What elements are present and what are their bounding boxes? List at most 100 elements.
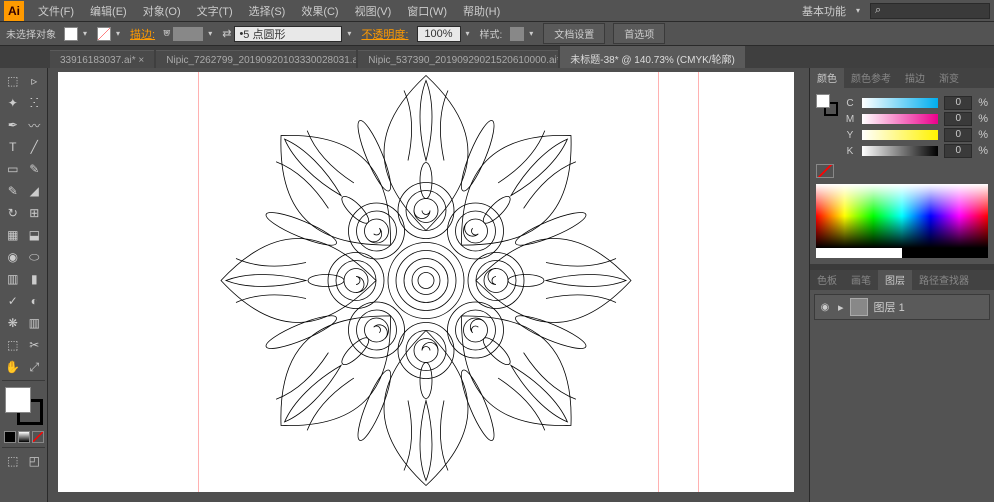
selection-tool[interactable]: ⬚ (2, 70, 24, 92)
menu-edit[interactable]: 编辑(E) (82, 1, 135, 21)
magenta-slider[interactable] (862, 114, 938, 124)
shape-builder-tool[interactable]: ◉ (2, 246, 24, 268)
menu-help[interactable]: 帮助(H) (455, 1, 508, 21)
fill-color-icon[interactable] (5, 387, 31, 413)
screen-mode-button[interactable]: ⬚ (2, 450, 24, 472)
rectangle-tool[interactable]: ▭ (2, 158, 24, 180)
stroke-swatch[interactable] (97, 27, 111, 41)
chevron-down-icon[interactable]: ▾ (854, 4, 862, 18)
chevron-down-icon[interactable]: ▾ (81, 27, 89, 41)
chevron-down-icon[interactable]: ▾ (114, 27, 122, 41)
tab-gradient[interactable]: 渐变 (932, 68, 966, 88)
menu-select[interactable]: 选择(S) (241, 1, 294, 21)
color-spectrum[interactable] (816, 184, 988, 248)
stepper-icon[interactable]: ⩐ (163, 27, 170, 40)
black-value[interactable]: 0 (944, 144, 972, 158)
fill-mini-icon[interactable] (816, 94, 830, 108)
lasso-tool[interactable]: ⵘ (24, 92, 46, 114)
artwork-mandala[interactable] (211, 68, 641, 499)
none-mode-icon[interactable] (32, 431, 44, 443)
gradient-mode-icon[interactable] (18, 431, 30, 443)
chevron-down-icon[interactable]: ▾ (527, 27, 535, 41)
slice-tool[interactable]: ✂ (24, 334, 46, 356)
document-tab[interactable]: Nipic_537390_20190929021520610000.ai* × (358, 50, 558, 68)
type-tool[interactable]: T (2, 136, 24, 158)
rotate-tool[interactable]: ↻ (2, 202, 24, 224)
opacity-label[interactable]: 不透明度: (361, 26, 408, 42)
tab-stroke[interactable]: 描边 (898, 68, 932, 88)
chevron-down-icon[interactable]: ▾ (206, 27, 214, 41)
artboard-tool[interactable]: ⬚ (2, 334, 24, 356)
yellow-slider[interactable] (862, 130, 938, 140)
chevron-down-icon[interactable]: ▾ (464, 27, 472, 41)
stroke-label[interactable]: 描边: (130, 26, 155, 42)
tab-brushes[interactable]: 画笔 (844, 270, 878, 290)
menu-window[interactable]: 窗口(W) (399, 1, 455, 21)
document-tab-active[interactable]: 未标题-38* @ 140.73% (CMYK/轮廓) (560, 46, 745, 68)
color-mode-icon[interactable] (4, 431, 16, 443)
yellow-value[interactable]: 0 (944, 128, 972, 142)
menu-effect[interactable]: 效果(C) (293, 1, 346, 21)
guide-line[interactable] (698, 72, 699, 492)
tab-color-guide[interactable]: 颜色参考 (844, 68, 898, 88)
blend-tool[interactable]: ◐ (24, 290, 46, 312)
pencil-tool[interactable]: ✎ (2, 180, 24, 202)
layer-name[interactable]: 图层 1 (874, 299, 905, 315)
menu-view[interactable]: 视图(V) (347, 1, 400, 21)
workspace-switcher[interactable]: 基本功能 (802, 3, 846, 19)
gradient-tool[interactable]: ▮ (24, 268, 46, 290)
none-color-icon[interactable] (816, 164, 834, 178)
document-setup-button[interactable]: 文档设置 (543, 23, 605, 44)
bw-strip[interactable] (816, 248, 988, 258)
layer-row[interactable]: ◉ ▸ 图层 1 (814, 294, 990, 320)
chevron-down-icon[interactable]: ▾ (345, 27, 353, 41)
stroke-weight-input[interactable] (173, 27, 203, 41)
artboard[interactable] (58, 72, 794, 492)
magenta-value[interactable]: 0 (944, 112, 972, 126)
fill-swatch[interactable] (64, 27, 78, 41)
menu-type[interactable]: 文字(T) (189, 1, 241, 21)
brush-preset-input[interactable]: • 5 点圆形 (234, 26, 342, 42)
change-screen-button[interactable]: ◰ (24, 450, 46, 472)
document-tab[interactable]: 33916183037.ai* × (50, 50, 154, 68)
tab-pathfinder[interactable]: 路径查找器 (912, 270, 976, 290)
cyan-value[interactable]: 0 (944, 96, 972, 110)
curvature-tool[interactable]: 〰 (24, 114, 46, 136)
document-tab[interactable]: Nipic_7262799_20190920103330028031.ai* × (156, 50, 356, 68)
menu-object[interactable]: 对象(O) (135, 1, 189, 21)
magic-wand-tool[interactable]: ✦ (2, 92, 24, 114)
eraser-tool[interactable]: ◢ (24, 180, 46, 202)
arrows-icon[interactable]: ⇄ (222, 27, 231, 40)
free-transform-tool[interactable]: ⬓ (24, 224, 46, 246)
tab-color[interactable]: 颜色 (810, 68, 844, 88)
hand-tool[interactable]: ✋ (2, 356, 24, 378)
canvas-area[interactable] (48, 68, 809, 502)
tab-swatches[interactable]: 色板 (810, 270, 844, 290)
preferences-button[interactable]: 首选项 (613, 23, 665, 44)
perspective-tool[interactable]: ⬭ (24, 246, 46, 268)
expand-icon[interactable]: ▸ (838, 301, 844, 314)
opacity-input[interactable]: 100% (417, 26, 461, 42)
width-tool[interactable]: ▦ (2, 224, 24, 246)
fill-stroke-mini[interactable] (816, 94, 838, 116)
pen-tool[interactable]: ✒ (2, 114, 24, 136)
scale-tool[interactable]: ⊞ (24, 202, 46, 224)
paintbrush-tool[interactable]: ✎ (24, 158, 46, 180)
column-graph-tool[interactable]: ▥ (24, 312, 46, 334)
tab-layers[interactable]: 图层 (878, 270, 912, 290)
zoom-tool[interactable]: ⤢ (24, 356, 46, 378)
black-slider[interactable] (862, 146, 938, 156)
fill-stroke-indicator[interactable] (5, 387, 43, 425)
line-tool[interactable]: ╱ (24, 136, 46, 158)
symbol-sprayer-tool[interactable]: ❋ (2, 312, 24, 334)
guide-line[interactable] (198, 72, 199, 492)
guide-line[interactable] (658, 72, 659, 492)
mesh-tool[interactable]: ▥ (2, 268, 24, 290)
menu-file[interactable]: 文件(F) (30, 1, 82, 21)
layer-thumbnail[interactable] (850, 298, 868, 316)
cyan-slider[interactable] (862, 98, 938, 108)
direct-selection-tool[interactable]: ▹ (24, 70, 46, 92)
search-input[interactable]: ⌕ (870, 3, 990, 19)
style-swatch[interactable] (510, 27, 524, 41)
eyedropper-tool[interactable]: ✓ (2, 290, 24, 312)
